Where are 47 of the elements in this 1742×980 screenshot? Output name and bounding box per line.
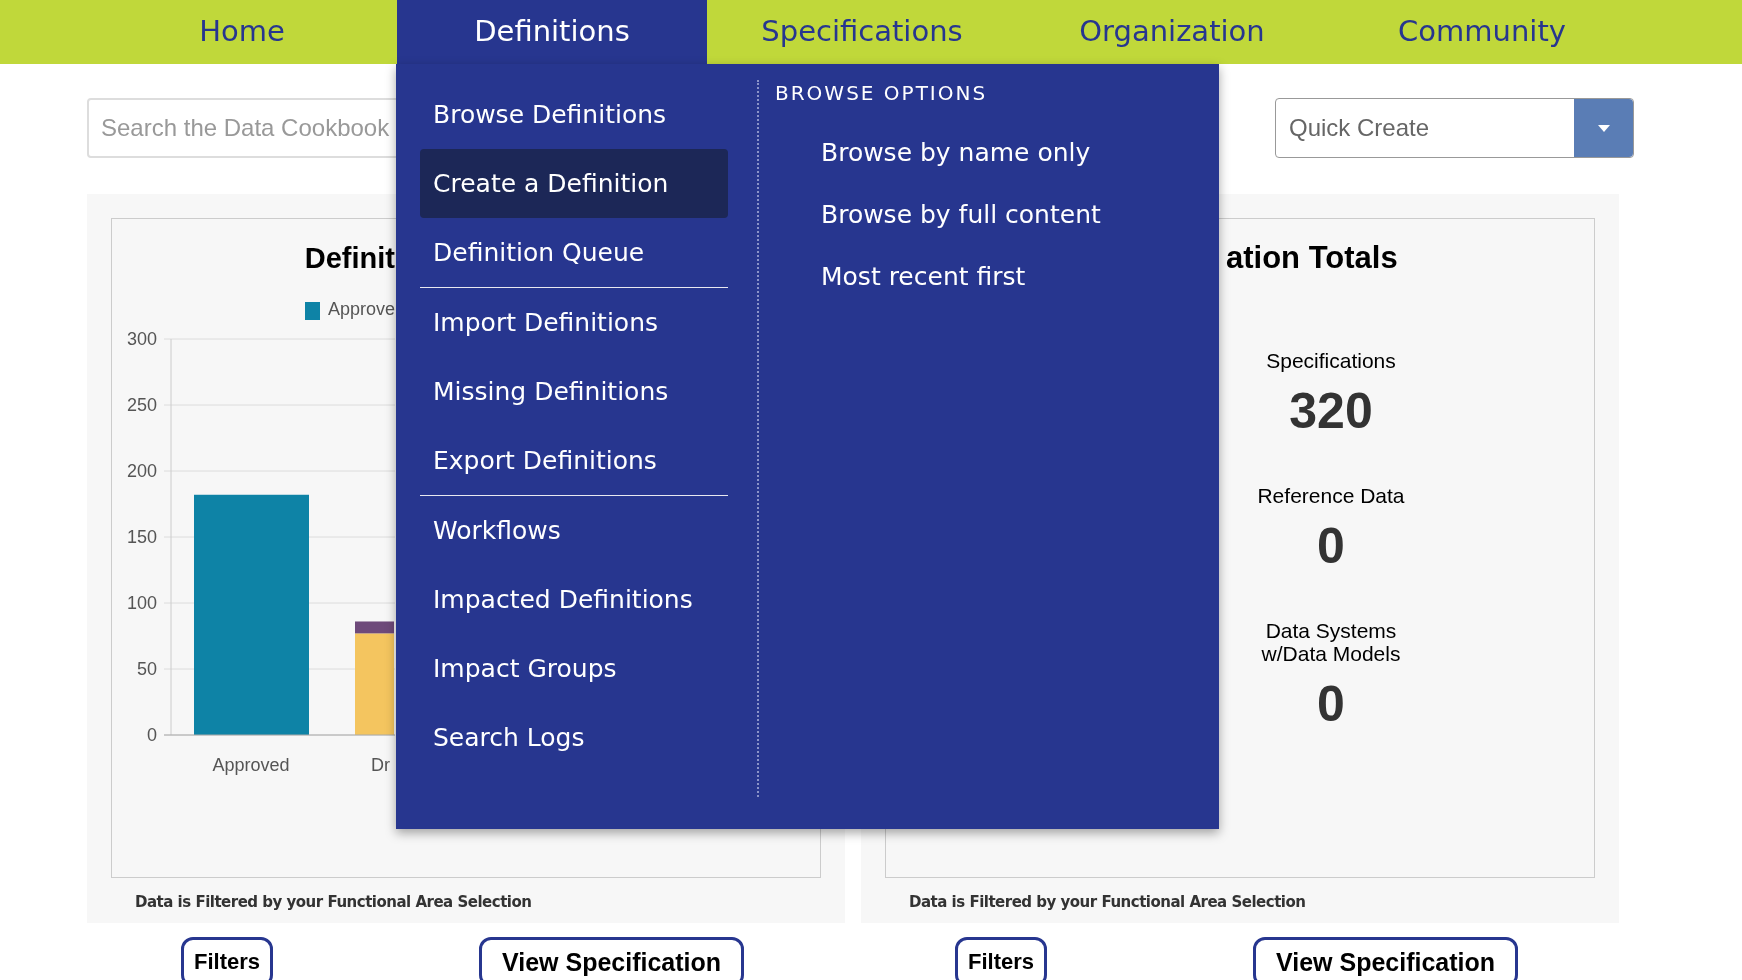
stat-label: Reference Data [1256,484,1406,507]
stat-value: 320 [1289,382,1373,441]
chart-title: Definit [304,242,395,274]
filter-note: Data is Filtered by your Functional Area Selection [135,893,532,911]
menu-item[interactable]: Search Logs [420,703,728,772]
nav-tab[interactable]: Home [87,0,397,64]
axis-tick-label: 300 [126,329,157,349]
menu-item[interactable]: Export Definitions [420,426,728,495]
filters-button[interactable]: Filters [955,937,1048,980]
menu-item[interactable]: Impact Groups [420,634,728,703]
menu-item[interactable]: Impacted Definitions [420,565,728,634]
menu-item[interactable]: Most recent first [821,246,1131,308]
menu-section-heading: BROWSE OPTIONS [775,80,989,107]
panel-title: ation Totals [1226,240,1398,275]
quick-create-select[interactable]: Quick Create [1275,98,1634,158]
filters-button[interactable]: Filters [181,937,274,980]
axis-tick-label: 250 [126,395,157,415]
nav-tab[interactable]: Community [1327,0,1637,64]
dropdown-toggle[interactable] [1574,99,1633,157]
stat-label: Data Systems w/Data Models [1260,619,1402,665]
stat-value: 0 [1317,675,1345,734]
view-specification-button[interactable]: View Specification [479,937,745,980]
select-placeholder: Quick Create [1288,113,1431,143]
menu-item[interactable]: Create a Definition [420,149,728,218]
caret-icon [1597,124,1610,132]
menu-item[interactable]: Workflows [420,496,728,565]
nav-tab[interactable]: Definitions [397,0,707,64]
stat-label: Specifications [1265,349,1397,372]
view-specification-button[interactable]: View Specification [1253,937,1519,980]
nav-tab[interactable]: Specifications [707,0,1017,64]
axis-tick-label: 150 [126,527,157,547]
legend-swatch-icon [304,302,320,320]
filter-note: Data is Filtered by your Functional Area Selection [909,893,1306,911]
axis-category-label: Dr [371,755,390,775]
menu-item[interactable]: Browse by full content [821,184,1131,246]
menu-item[interactable]: Browse by name only [821,122,1131,184]
axis-tick-label: 100 [126,593,157,613]
menu-item[interactable]: Import Definitions [420,288,728,357]
stat-value: 0 [1317,517,1345,576]
axis-tick-label: 0 [147,725,157,745]
menu-item[interactable]: Definition Queue [420,218,728,287]
axis-tick-label: 50 [136,659,157,679]
axis-tick-label: 200 [126,461,157,481]
menu-item[interactable]: Missing Definitions [420,357,728,426]
axis-category-label: Approved [212,755,290,775]
legend-label: Approve [327,298,395,321]
nav-tab[interactable]: Organization [1017,0,1327,64]
